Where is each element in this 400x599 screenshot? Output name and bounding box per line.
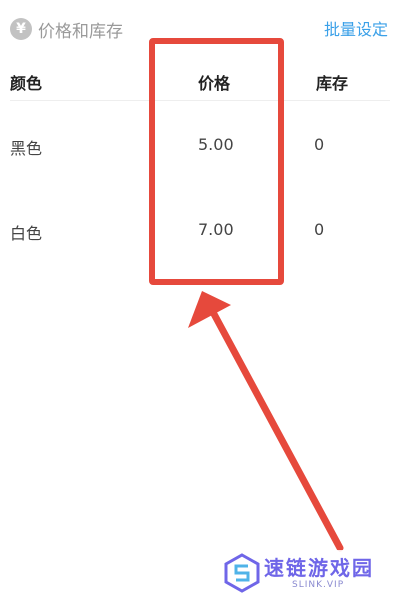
price-stock-page: ¥ 价格和库存 批量设定 颜色 价格 库存 黑色 5.00 0 白色 7.00 … xyxy=(0,0,400,599)
annotation-arrow xyxy=(188,291,344,552)
watermark-logo-icon xyxy=(224,553,260,593)
arrow-head xyxy=(188,291,231,328)
watermark: 速链游戏园 SLINK.VIP xyxy=(220,550,400,599)
watermark-brand: 速链游戏园 xyxy=(264,556,374,580)
arrow-shaft xyxy=(210,310,344,552)
watermark-sub: SLINK.VIP xyxy=(292,580,345,590)
